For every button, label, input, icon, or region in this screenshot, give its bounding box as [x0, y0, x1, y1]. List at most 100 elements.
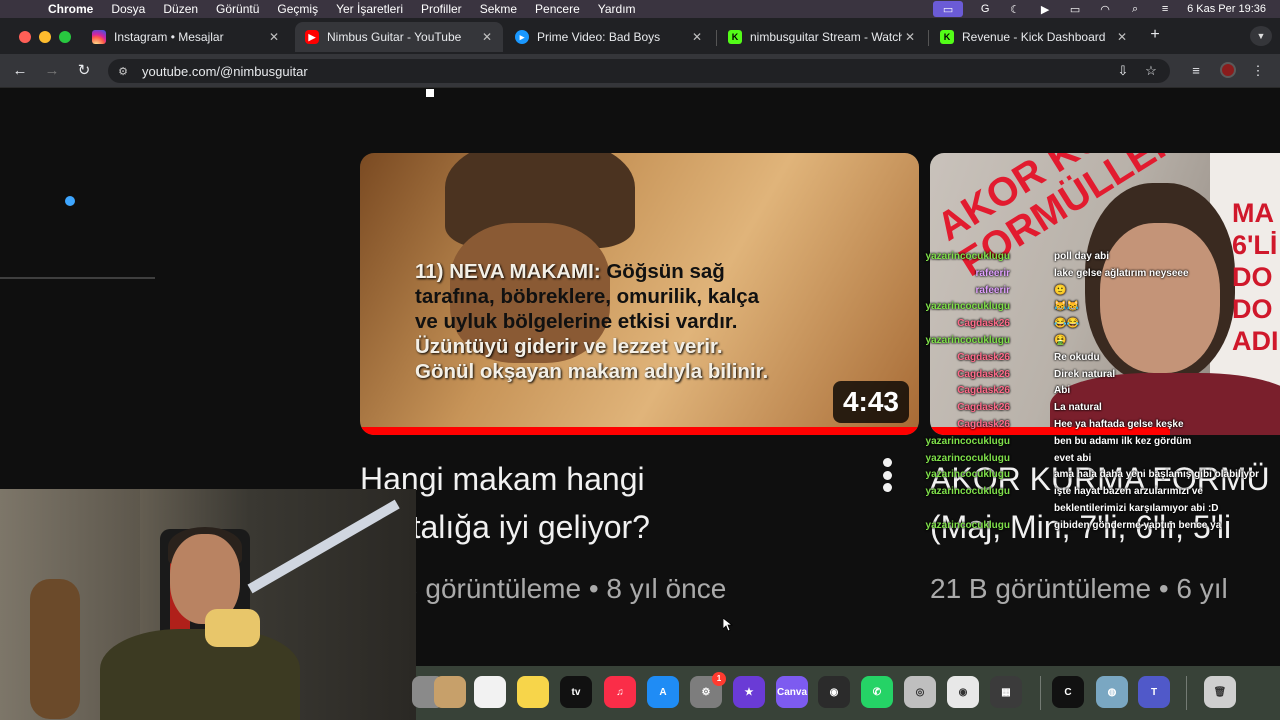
browser-toolbar: ← → ↻ ⚙ youtube.com/@nimbusguitar ⇩ ☆ ≡ … — [0, 54, 1280, 88]
close-tab-icon[interactable]: ✕ — [1114, 30, 1130, 44]
reminders-icon[interactable] — [474, 676, 506, 708]
tab-divider — [716, 30, 717, 46]
chat-text: beklentilerimizi karşılamıyor abi :D — [1054, 502, 1219, 514]
video-title[interactable]: Hangi makam hangi hastalığa iyi geliyor? — [360, 455, 860, 551]
tab-title: Prime Video: Bad Boys — [537, 30, 661, 44]
chat-message: Cagdask26 Abi — [957, 383, 1280, 400]
kick-icon: K — [728, 30, 742, 44]
obs-icon[interactable]: ◉ — [818, 676, 850, 708]
tab-youtube[interactable]: ▶ Nimbus Guitar - YouTube ✕ — [295, 22, 503, 52]
site-info-icon[interactable]: ⚙ — [116, 65, 130, 78]
notification-badge: 1 — [712, 672, 726, 686]
close-tab-icon[interactable]: ✕ — [689, 30, 705, 44]
reload-button[interactable]: ↻ — [74, 61, 94, 81]
menu-history[interactable]: Geçmiş — [277, 2, 318, 16]
chat-username: Cagdask26 — [957, 318, 1010, 330]
tab-prime-video[interactable]: ▸ Prime Video: Bad Boys ✕ — [505, 22, 713, 52]
address-bar[interactable]: ⚙ youtube.com/@nimbusguitar ⇩ ☆ — [108, 59, 1170, 83]
instagram-icon — [92, 30, 106, 44]
chat-username: Cagdask26 — [957, 368, 1010, 380]
menu-tab[interactable]: Sekme — [480, 2, 517, 16]
close-tab-icon[interactable]: ✕ — [902, 30, 918, 44]
install-app-icon[interactable]: ⇩ — [1114, 61, 1132, 81]
profile-avatar[interactable] — [1220, 62, 1236, 78]
search-icon[interactable]: ⌕ — [1127, 3, 1143, 15]
thumbnail-text-line: Göğsün sağ — [600, 260, 725, 283]
minimize-window-icon[interactable] — [39, 31, 51, 43]
tab-instagram[interactable]: Instagram • Mesajlar ✕ — [82, 22, 290, 52]
teams-icon[interactable]: T — [1138, 676, 1170, 708]
back-button[interactable]: ← — [10, 61, 30, 81]
chat-message: rafeerir 🙂 — [960, 283, 1280, 300]
zoom-window-icon[interactable] — [59, 31, 71, 43]
calculator-icon[interactable]: ▦ — [990, 676, 1022, 708]
network-icon[interactable]: ◍ — [1096, 676, 1128, 708]
mouse-cursor-icon — [723, 618, 733, 632]
capcut-icon[interactable]: C — [1052, 676, 1084, 708]
bookmark-star-icon[interactable]: ☆ — [1142, 61, 1160, 81]
wifi-icon[interactable]: ◠ — [1097, 3, 1113, 16]
chrome-icon[interactable]: ◉ — [947, 676, 979, 708]
tab-search-button[interactable]: ▼ — [1250, 26, 1272, 46]
chat-text: lake gelse ağlatırım neyseee — [1054, 267, 1189, 279]
menu-profiles[interactable]: Profiller — [421, 2, 462, 16]
video-title-line[interactable]: hastalığa iyi geliyor? — [360, 503, 860, 551]
screen-mirroring-icon[interactable]: ▭ — [933, 1, 964, 17]
apple-tv-icon[interactable]: tv — [560, 676, 592, 708]
disk-utility-icon[interactable]: ◎ — [904, 676, 936, 708]
contacts-icon[interactable] — [434, 676, 466, 708]
menubar-clock[interactable]: 6 Kas Per 19:36 — [1187, 3, 1266, 15]
meta-separator: • — [588, 573, 607, 604]
notes-icon[interactable] — [517, 676, 549, 708]
chat-message: Cagdask26 😂😂 — [957, 316, 1280, 333]
capcut-status-icon[interactable]: G — [977, 3, 993, 15]
new-tab-button[interactable]: + — [1146, 26, 1164, 44]
battery-icon[interactable]: ▭ — [1067, 3, 1083, 16]
close-window-icon[interactable] — [19, 31, 31, 43]
menu-edit[interactable]: Düzen — [163, 2, 198, 16]
moon-icon[interactable]: ☾ — [1007, 3, 1023, 16]
music-icon[interactable]: ♫ — [604, 676, 636, 708]
chat-text: poll day abi — [1054, 251, 1110, 262]
menu-view[interactable]: Görüntü — [216, 2, 259, 16]
close-tab-icon[interactable]: ✕ — [266, 30, 282, 44]
menu-bookmarks[interactable]: Yer İşaretleri — [336, 2, 403, 16]
menu-app-name[interactable]: Chrome — [48, 2, 93, 16]
menu-window[interactable]: Pencere — [535, 2, 580, 16]
chat-text: La natural — [1054, 402, 1102, 414]
menu-help[interactable]: Yardım — [598, 2, 636, 16]
address-url[interactable]: youtube.com/@nimbusguitar — [142, 64, 308, 79]
chat-username: yazarincocuklugu — [925, 301, 1010, 313]
thumbnail-text: 11) NEVA MAKAMI: Göğsün sağ tarafına, bö… — [415, 259, 915, 384]
chat-username: yazarincocuklugu — [925, 486, 1010, 498]
canva-icon[interactable]: Canva — [776, 676, 808, 708]
video-duration-badge: 4:43 — [832, 381, 909, 423]
video-metadata: 21 B görüntüleme • 6 yıl — [930, 573, 1228, 605]
tab-kick-stream[interactable]: K nimbusguitar Stream - Watch ✕ — [718, 22, 926, 52]
chrome-menu-icon[interactable]: ⋮ — [1248, 61, 1268, 81]
chat-text: işte hayat bazen arzularımızı ve — [1054, 486, 1203, 498]
more-options-icon[interactable] — [878, 455, 896, 495]
tab-title: Revenue - Kick Dashboard — [962, 30, 1106, 44]
app-store-icon[interactable]: A — [647, 676, 679, 708]
video-title-line[interactable]: Hangi makam hangi — [360, 455, 860, 503]
whatsapp-icon[interactable]: ✆ — [861, 676, 893, 708]
chat-username: yazarincocuklugu — [925, 435, 1010, 447]
control-center-icon[interactable]: ≡ — [1157, 3, 1173, 15]
chat-text: Hee ya haftada gelse keşke — [1054, 418, 1184, 430]
chat-message: Cagdask26 Re okudu — [957, 350, 1280, 367]
video-age: 8 yıl önce — [606, 573, 727, 604]
trash-icon[interactable]: 🗑 — [1204, 676, 1236, 708]
forward-button[interactable]: → — [42, 61, 62, 81]
tab-kick-dashboard[interactable]: K Revenue - Kick Dashboard ✕ — [930, 22, 1138, 52]
close-tab-icon[interactable]: ✕ — [479, 30, 495, 44]
webcam-overlay — [0, 489, 416, 720]
system-settings-icon[interactable]: ⚙ 1 — [690, 672, 726, 708]
menu-file[interactable]: Dosya — [111, 2, 145, 16]
chat-message: beklentilerimizi karşılamıyor abi :D — [960, 501, 1280, 518]
media-controls-icon[interactable]: ≡ — [1186, 61, 1206, 81]
imovie-icon[interactable]: ★ — [733, 676, 765, 708]
play-icon[interactable]: ▶ — [1037, 3, 1053, 16]
video-thumbnail[interactable]: 11) NEVA MAKAMI: Göğsün sağ tarafına, bö… — [360, 153, 919, 435]
loading-indicator — [426, 89, 434, 97]
